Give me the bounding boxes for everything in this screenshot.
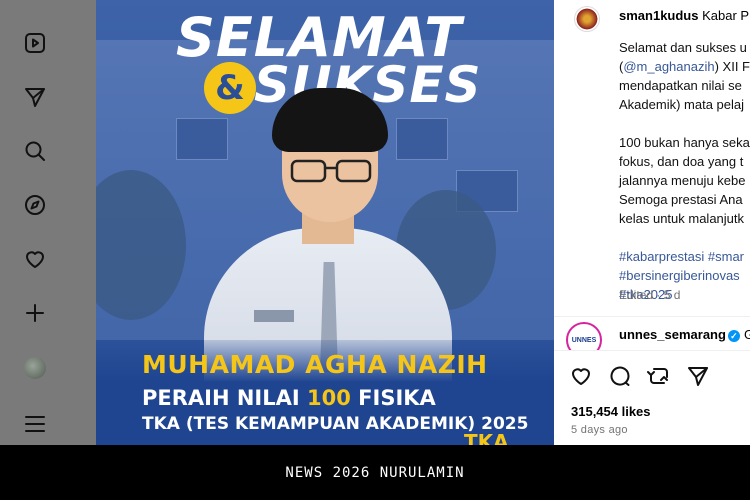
caption-line: 100 bukan hanya seka [619, 135, 750, 150]
caption-line: Akademik) mata pelaj [619, 97, 744, 112]
author-handle[interactable]: sman1kudus [619, 8, 698, 23]
caption-line: kelas untuk malanjutk [619, 211, 745, 226]
repost-icon[interactable] [647, 364, 673, 390]
author-caption-start: Kabar P [702, 8, 750, 23]
award-prefix: PERAIH NILAI [142, 386, 308, 410]
post-details-panel: sman1kudus Kabar P Selamat dan sukses u … [554, 0, 750, 445]
award-line: PERAIH NILAI 100 FISIKA [142, 386, 436, 410]
reels-icon[interactable] [22, 30, 48, 56]
student-name: MUHAMAD AGHA NAZIH [142, 350, 488, 379]
hashtag-link[interactable]: #kabarprestasi #smar [619, 247, 750, 266]
verified-badge-icon: ✓ [727, 329, 740, 342]
menu-icon[interactable] [22, 411, 48, 437]
building-window [176, 118, 228, 160]
building-window [396, 118, 448, 160]
post-caption: Selamat dan sukses u (@m_aghanazih) XII … [619, 38, 750, 304]
post-time-ago: 5 days ago [571, 424, 628, 436]
caption-line: mendapatkan nilai se [619, 78, 742, 93]
award-subject: FISIKA [350, 386, 436, 410]
author-avatar[interactable] [574, 6, 600, 32]
caption-line: jalannya menuju kebe [619, 173, 746, 188]
glasses-icon [290, 159, 372, 183]
share-icon[interactable] [686, 364, 712, 390]
mention-link[interactable]: @m_aghanazih [623, 59, 714, 74]
explore-icon[interactable] [22, 192, 48, 218]
comment-icon[interactable] [608, 364, 634, 390]
search-icon[interactable] [22, 138, 48, 164]
instagram-post-view: SELAMAT & SUKSES MUHAMAD AGHA NAZIH PERA… [0, 0, 750, 445]
profile-avatar[interactable] [22, 355, 48, 381]
likes-count[interactable]: 315,454 likes [571, 404, 651, 419]
edited-timestamp: Edited · 5 d [619, 288, 681, 302]
plus-icon[interactable] [22, 300, 48, 326]
post-image[interactable]: SELAMAT & SUKSES MUHAMAD AGHA NAZIH PERA… [96, 0, 554, 445]
commenter-handle[interactable]: unnes_semarang ✓ G [619, 327, 750, 342]
comment-text-start: G [743, 327, 750, 342]
send-icon[interactable] [22, 84, 48, 110]
headline-ampersand: & [204, 62, 256, 114]
author-line: sman1kudus Kabar P [619, 8, 749, 23]
footer-text: NEWS 2026 NURULAMIN [285, 464, 465, 481]
name-tag [254, 310, 294, 322]
news-footer: NEWS 2026 NURULAMIN [0, 445, 750, 500]
hashtag-link[interactable]: #bersinergiberinovas [619, 266, 750, 285]
caption-line: (@m_aghanazih) XII F [619, 59, 750, 74]
commenter-name[interactable]: unnes_semarang [619, 327, 726, 342]
divider [554, 316, 750, 317]
avatar [24, 357, 46, 379]
caption-line: Semoga prestasi Ana [619, 192, 743, 207]
caption-line: fokus, dan doa yang t [619, 154, 744, 169]
like-icon[interactable] [569, 364, 595, 390]
left-sidebar [0, 0, 96, 445]
caption-line: Selamat dan sukses u [619, 40, 747, 55]
action-bar: 315,454 likes 5 days ago [554, 350, 750, 445]
heart-icon[interactable] [22, 246, 48, 272]
tka-logo: TKA [464, 430, 509, 445]
award-score: 100 [307, 386, 351, 410]
